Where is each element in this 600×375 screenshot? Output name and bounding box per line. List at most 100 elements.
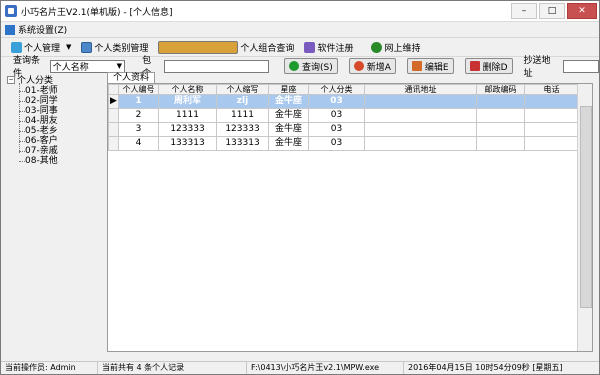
tree-item-other[interactable]: 08-其他	[19, 156, 103, 166]
table-cell[interactable]: 金牛座	[268, 136, 309, 151]
records-table: 个人编号 个人名称 个人缩写 星座 个人分类 通讯地址 邮政编码 电话 ▶ 1 …	[108, 84, 579, 151]
tree-item-customer[interactable]: 06-客户	[19, 136, 103, 146]
tree-item-relative[interactable]: 07-亲戚	[19, 146, 103, 156]
table-cell[interactable]	[476, 94, 525, 109]
table-cell[interactable]: 1111	[158, 108, 217, 123]
register-icon	[304, 41, 316, 53]
column-header[interactable]: 电话	[524, 84, 579, 95]
tree-item-fellow-villager[interactable]: 05-老乡	[19, 126, 103, 136]
status-datetime: 2016年04月15日 10时54分09秒 [星期五]	[408, 363, 563, 372]
contains-input[interactable]	[163, 59, 269, 73]
table-cell[interactable]	[364, 122, 477, 137]
column-header[interactable]: 个人名称	[158, 84, 217, 95]
query-button[interactable]: 查询(S)	[283, 58, 338, 74]
table-cell[interactable]: 133313	[216, 136, 269, 151]
table-row[interactable]: ▶ 1 周利军 zlj 金牛座 03	[108, 94, 579, 109]
delete-icon	[469, 61, 480, 71]
tree-root[interactable]: − 个人分类	[7, 73, 103, 86]
table-cell[interactable]	[524, 108, 579, 123]
tab-personal-data[interactable]: 个人资料	[107, 72, 156, 83]
query-condition-value: 个人名称	[52, 62, 89, 73]
edit-button[interactable]: 编辑E	[406, 58, 454, 74]
status-bar: 当前操作员: Admin 当前共有 4 条个人记录 F:\0413\小巧名片王v…	[1, 361, 599, 374]
table-cell[interactable]: 123333	[158, 122, 217, 137]
chevron-down-icon: ▼	[66, 43, 72, 51]
status-record-count: 当前共有 4 条个人记录	[98, 362, 247, 374]
delete-button[interactable]: 删除D	[464, 58, 513, 74]
tree-item-classmate[interactable]: 02-同学	[19, 96, 103, 106]
table-cell[interactable]: zlj	[216, 94, 269, 109]
table-cell[interactable]: 金牛座	[268, 108, 309, 123]
table-cell[interactable]	[364, 108, 477, 123]
toolbar-personal-mgmt[interactable]: 个人管理 ▼	[11, 41, 71, 54]
cc-address-input[interactable]	[563, 59, 599, 73]
toolbar-software-register[interactable]: 软件注册	[304, 41, 353, 54]
table-cell[interactable]: 03	[308, 108, 365, 123]
tree-item-friend[interactable]: 04-朋友	[19, 116, 103, 126]
table-cell[interactable]	[524, 122, 579, 137]
toolbar-personal-combo-query[interactable]: 个人组合查询	[158, 40, 295, 54]
table-row[interactable]: 4 133313 133313 金牛座 03	[108, 136, 579, 151]
collapse-icon[interactable]: −	[7, 75, 15, 84]
window-controls: – □ ✕	[511, 3, 599, 19]
row-indicator: ▶	[108, 94, 119, 109]
tree-items: 01-老师 02-同学 03-同事 04-朋友 05-老乡 06-客户 07-亲…	[19, 86, 103, 166]
delete-button-label: 删除D	[482, 62, 508, 73]
column-header[interactable]: 星座	[268, 84, 309, 95]
row-indicator-header	[108, 84, 119, 95]
table-cell[interactable]: 3	[118, 122, 159, 137]
table-cell[interactable]: 03	[308, 94, 365, 109]
status-operator: 当前操作员: Admin	[1, 362, 98, 374]
table-cell[interactable]: 2	[118, 108, 159, 123]
maximize-button[interactable]: □	[539, 3, 565, 19]
table-cell[interactable]: 1111	[216, 108, 269, 123]
toolbar-online-maintenance[interactable]: 网上维持	[371, 41, 420, 54]
table-cell[interactable]: 133313	[158, 136, 217, 151]
table-cell[interactable]: 4	[118, 136, 159, 151]
table-cell[interactable]	[364, 94, 477, 109]
menu-bar: 系统设置(Z)	[1, 22, 599, 38]
query-condition-select[interactable]: 个人名称 ▼	[49, 59, 126, 73]
table-cell[interactable]: 03	[308, 122, 365, 137]
table-cell[interactable]	[476, 122, 525, 137]
records-grid: 个人编号 个人名称 个人缩写 星座 个人分类 通讯地址 邮政编码 电话 ▶ 1 …	[107, 83, 593, 352]
tree-item-colleague[interactable]: 03-同事	[19, 106, 103, 116]
column-header[interactable]: 个人缩写	[216, 84, 269, 95]
table-cell[interactable]: 周利军	[158, 94, 217, 109]
table-cell[interactable]: 金牛座	[268, 94, 309, 109]
users-icon	[11, 41, 22, 53]
app-icon	[5, 5, 17, 17]
table-cell[interactable]	[476, 136, 525, 151]
toolbar: 个人管理 ▼ 个人类别管理 个人组合查询 软件注册 网上维持	[1, 38, 599, 57]
new-button[interactable]: 新增A	[348, 58, 396, 74]
table-cell[interactable]: 03	[308, 136, 365, 151]
table-cell[interactable]: 金牛座	[268, 122, 309, 137]
table-cell[interactable]: 1	[118, 94, 159, 109]
title-bar: 小巧名片王V2.1(单机版) - [个人信息] – □ ✕	[1, 1, 599, 22]
toolbar-online-maintenance-label: 网上维持	[384, 43, 421, 54]
close-button[interactable]: ✕	[567, 3, 597, 19]
chevron-down-icon: ▼	[116, 62, 123, 70]
vertical-scrollbar[interactable]	[577, 84, 592, 351]
details-panel: 个人资料 个人编号 个人名称 个人缩写 星座 个人分类 通讯地址 邮政编码 电话…	[107, 72, 595, 354]
table-cell[interactable]	[524, 94, 579, 109]
new-button-label: 新增A	[366, 62, 391, 73]
table-cell[interactable]	[476, 108, 525, 123]
menu-system-settings[interactable]: 系统设置(Z)	[18, 23, 67, 36]
table-cell[interactable]: 123333	[216, 122, 269, 137]
minimize-button[interactable]: –	[511, 3, 537, 19]
table-cell[interactable]	[524, 136, 579, 151]
toolbar-personal-category-mgmt[interactable]: 个人类别管理	[81, 41, 148, 54]
tree-connector-line	[19, 83, 20, 153]
column-header[interactable]: 邮政编码	[476, 84, 525, 95]
toolbar-personal-combo-query-label: 个人组合查询	[240, 43, 295, 54]
column-header[interactable]: 个人分类	[308, 84, 365, 95]
column-header[interactable]: 通讯地址	[364, 84, 477, 95]
table-cell[interactable]	[364, 136, 477, 151]
table-row[interactable]: 3 123333 123333 金牛座 03	[108, 122, 579, 137]
toolbar-software-register-label: 软件注册	[317, 43, 354, 54]
scrollbar-thumb[interactable]	[580, 106, 592, 308]
tree-item-teacher[interactable]: 01-老师	[19, 86, 103, 96]
column-header[interactable]: 个人编号	[118, 84, 159, 95]
table-row[interactable]: 2 1111 1111 金牛座 03	[108, 108, 579, 123]
